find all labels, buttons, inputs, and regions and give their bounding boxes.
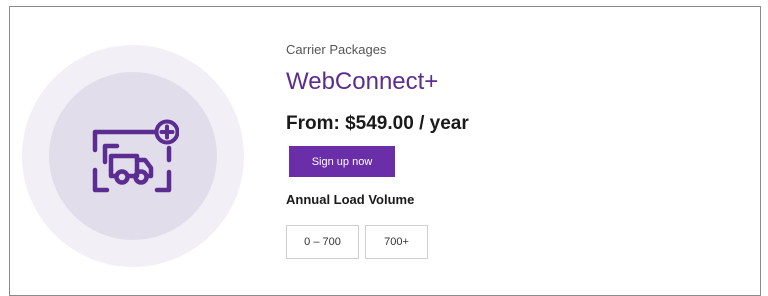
package-card: Carrier Packages WebConnect+ From: $549.… bbox=[9, 6, 761, 296]
volume-option-700-plus[interactable]: 700+ bbox=[365, 225, 428, 259]
truck-plus-icon bbox=[92, 119, 179, 193]
volume-option-0-700[interactable]: 0 – 700 bbox=[286, 225, 359, 259]
package-price: From: $549.00 / year bbox=[286, 113, 469, 134]
package-category: Carrier Packages bbox=[286, 42, 387, 57]
sign-up-button[interactable]: Sign up now bbox=[289, 146, 395, 177]
icon-backdrop-outer bbox=[22, 45, 244, 267]
package-title: WebConnect+ bbox=[286, 68, 439, 95]
icon-backdrop-inner bbox=[49, 72, 217, 240]
volume-label: Annual Load Volume bbox=[286, 192, 415, 207]
